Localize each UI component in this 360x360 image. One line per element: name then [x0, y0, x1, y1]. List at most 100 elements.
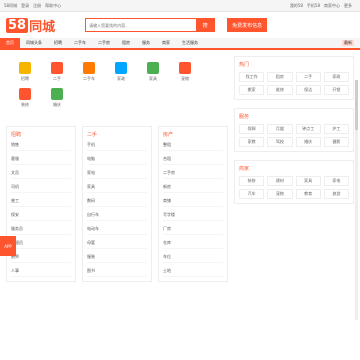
topbar-right-1[interactable]: 手机58 [307, 3, 320, 9]
right-card-2-title: 商家 [239, 166, 250, 172]
header: 58 同城 搜 免费发布信息 [0, 12, 360, 38]
right-card-0-btn-1[interactable]: 租房 [267, 72, 293, 82]
right-card-2-btn-0[interactable]: 装修 [239, 176, 265, 186]
section-1-row-3[interactable]: 家具 [87, 184, 147, 193]
right-card-1-btn-7[interactable]: 摄影 [323, 137, 349, 147]
section-2-row-2[interactable]: 二手房 [163, 170, 223, 179]
nav-item-8[interactable]: 生活服务 [176, 38, 204, 48]
section-0-row-3[interactable]: 司机 [11, 184, 71, 193]
section-1-row-4[interactable]: 数码 [87, 198, 147, 207]
section-0-row-8[interactable]: 厨师 [11, 254, 71, 263]
section-0-row-0[interactable]: 销售 [11, 142, 71, 151]
section-2-row-9[interactable]: 土地 [163, 268, 223, 277]
side-floating-button[interactable]: APP [0, 236, 16, 256]
icon-6-box [19, 88, 31, 100]
icon-6-label: 装修 [21, 102, 29, 107]
right-card-0-btn-0[interactable]: 找工作 [239, 72, 265, 82]
topbar-left-1[interactable]: 登录 [21, 3, 29, 9]
section-2: 房产 整租 合租 二手房 新房 商铺 写字楼 厂房 仓库 车位 土地 [158, 126, 228, 282]
section-1-row-2[interactable]: 家电 [87, 170, 147, 179]
nav-item-3[interactable]: 二手车 [68, 38, 92, 48]
icon-2[interactable]: 二手车 [76, 62, 102, 82]
right-card-1: 服务 保姆 月嫂 钟点工 护工 家教 驾校 婚庆 摄影 [234, 108, 354, 152]
right-card-2-btn-1[interactable]: 建材 [267, 176, 293, 186]
right-card-0-btn-3[interactable]: 家政 [323, 72, 349, 82]
nav-item-5[interactable]: 租房 [116, 38, 136, 48]
nav-item-7[interactable]: 商家 [156, 38, 176, 48]
post-button[interactable]: 免费发布信息 [227, 18, 268, 32]
section-2-row-0[interactable]: 整租 [163, 142, 223, 151]
section-1-row-1[interactable]: 电脑 [87, 156, 147, 165]
section-2-row-1[interactable]: 合租 [163, 156, 223, 165]
logo[interactable]: 58 同城 [6, 16, 55, 35]
icon-7[interactable]: 婚庆 [44, 88, 70, 108]
nav-item-0[interactable]: 首页 [0, 38, 20, 48]
page-scrollbar[interactable] [355, 80, 358, 320]
nav-item-6[interactable]: 服务 [136, 38, 156, 48]
right-card-0-title: 热门 [239, 62, 250, 68]
section-0-row-6[interactable]: 服务员 [11, 226, 71, 235]
section-0-row-1[interactable]: 客服 [11, 156, 71, 165]
section-2-row-6[interactable]: 厂房 [163, 226, 223, 235]
icon-4[interactable]: 家具 [140, 62, 166, 82]
right-card-2-btn-4[interactable]: 汽车 [239, 189, 265, 199]
topbar-left-0[interactable]: 58同城 [4, 3, 17, 9]
section-0-row-5[interactable]: 保安 [11, 212, 71, 221]
nav-item-4[interactable]: 二手房 [92, 38, 116, 48]
icon-5[interactable]: 宠物 [172, 62, 198, 82]
icon-3-label: 家政 [117, 76, 125, 81]
search-button[interactable]: 搜 [196, 18, 215, 32]
right-card-2-btn-7[interactable]: 旅游 [323, 189, 349, 199]
section-1-row-0[interactable]: 手机 [87, 142, 147, 151]
right-card-2-btn-5[interactable]: 宠物 [267, 189, 293, 199]
topbar-left-3[interactable]: 帮助中心 [45, 3, 61, 9]
search-input[interactable] [86, 19, 197, 31]
left-col: 招聘 二手 二手车 家政 家具 宠物 装修 婚庆 招聘 销售 客服 文员 司机 … [6, 56, 228, 282]
section-1-row-9[interactable]: 图书 [87, 268, 147, 277]
section-0-row-9[interactable]: 人事 [11, 268, 71, 277]
icon-6[interactable]: 装修 [12, 88, 38, 108]
right-card-1-btn-2[interactable]: 钟点工 [295, 124, 321, 134]
section-2-row-3[interactable]: 新房 [163, 184, 223, 193]
right-card-2-btn-2[interactable]: 家具 [295, 176, 321, 186]
right-card-0-btn-4[interactable]: 搬家 [239, 85, 265, 95]
topbar-left-2[interactable]: 注册 [33, 3, 41, 9]
right-card-1-btn-3[interactable]: 护工 [323, 124, 349, 134]
nav-item-2[interactable]: 招聘 [48, 38, 68, 48]
section-1: 二手 手机 电脑 家电 家具 数码 自行车 电动车 母婴 服装 图书 [82, 126, 152, 282]
icon-5-box [179, 62, 191, 74]
right-card-1-title: 服务 [239, 114, 250, 120]
topbar-right-3[interactable]: 更多 [344, 3, 352, 9]
topbar-right-0[interactable]: 我的58 [290, 3, 303, 9]
section-2-row-4[interactable]: 商铺 [163, 198, 223, 207]
icon-0[interactable]: 招聘 [12, 62, 38, 82]
right-card-1-btn-0[interactable]: 保姆 [239, 124, 265, 134]
icon-1[interactable]: 二手 [44, 62, 70, 82]
icon-3[interactable]: 家政 [108, 62, 134, 82]
section-2-row-7[interactable]: 仓库 [163, 240, 223, 249]
right-card-1-btn-1[interactable]: 月嫂 [267, 124, 293, 134]
section-0-row-2[interactable]: 文员 [11, 170, 71, 179]
right-card-1-btn-4[interactable]: 家教 [239, 137, 265, 147]
right-card-0-btn-2[interactable]: 二手 [295, 72, 321, 82]
right-card-1-btn-5[interactable]: 驾校 [267, 137, 293, 147]
topbar-right-2[interactable]: 商家中心 [324, 3, 340, 9]
section-1-row-5[interactable]: 自行车 [87, 212, 147, 221]
section-2-row-5[interactable]: 写字楼 [163, 212, 223, 221]
right-card-2-btn-3[interactable]: 家电 [323, 176, 349, 186]
right-card-0-btn-5[interactable]: 维修 [267, 85, 293, 95]
right-card-0-btn-7[interactable]: 开锁 [323, 85, 349, 95]
right-card-0: 热门 找工作 租房 二手 家政 搬家 维修 保洁 开锁 [234, 56, 354, 100]
section-0-row-4[interactable]: 普工 [11, 198, 71, 207]
right-card-0-btn-6[interactable]: 保洁 [295, 85, 321, 95]
page-scrollbar-thumb[interactable] [355, 80, 358, 130]
search: 搜 [85, 18, 216, 32]
nav-item-1[interactable]: 同城头条 [20, 38, 48, 48]
section-0-row-7[interactable]: 收银员 [11, 240, 71, 249]
section-1-row-7[interactable]: 母婴 [87, 240, 147, 249]
right-card-2-btn-6[interactable]: 教育 [295, 189, 321, 199]
section-1-row-6[interactable]: 电动车 [87, 226, 147, 235]
section-2-row-8[interactable]: 车位 [163, 254, 223, 263]
section-1-row-8[interactable]: 服装 [87, 254, 147, 263]
right-card-1-btn-6[interactable]: 婚庆 [295, 137, 321, 147]
